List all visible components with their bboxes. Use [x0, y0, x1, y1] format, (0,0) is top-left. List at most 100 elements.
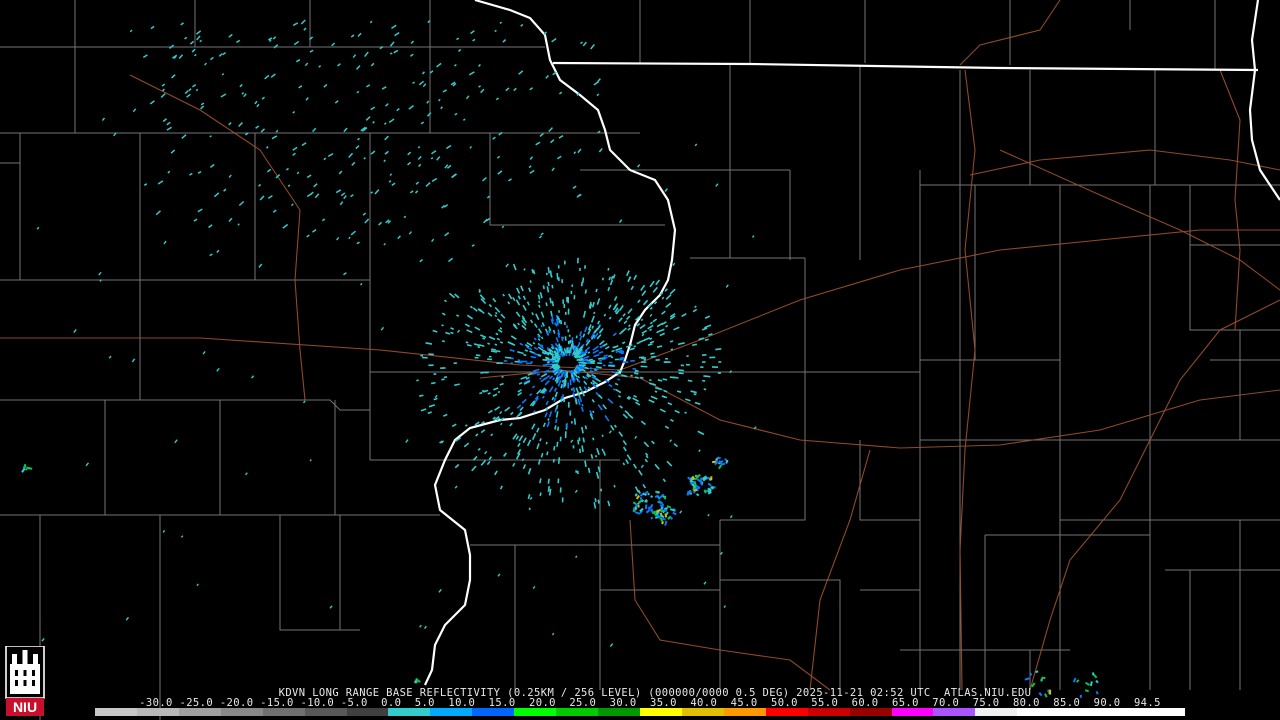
- echo-mark: [482, 337, 486, 340]
- echo-mark: [421, 71, 426, 75]
- echo-mark: [644, 498, 648, 502]
- echo-mark: [609, 279, 614, 286]
- echo-mark: [640, 376, 644, 379]
- echo-mark: [654, 386, 662, 391]
- echo-mark: [647, 343, 653, 347]
- echo-mark: [699, 477, 703, 482]
- echo-mark: [556, 441, 559, 447]
- echo-mark: [555, 418, 558, 424]
- echo-mark: [499, 382, 504, 386]
- echo-mark: [662, 378, 668, 381]
- echo-mark: [209, 135, 212, 138]
- echo-mark: [557, 457, 561, 464]
- echo-mark: [384, 135, 389, 141]
- colorbar-swatch: [220, 708, 263, 716]
- echo-mark: [209, 56, 214, 61]
- echo-mark: [519, 342, 524, 346]
- echo-mark: [529, 496, 533, 500]
- echo-mark: [355, 65, 361, 70]
- echo-mark: [238, 122, 243, 128]
- echo-mark: [644, 490, 649, 495]
- echo-mark: [499, 21, 503, 25]
- echo-mark: [607, 267, 610, 271]
- echo-mark: [538, 235, 543, 239]
- colorbar-swatch: [933, 708, 976, 716]
- echo-mark: [720, 551, 723, 555]
- echo-mark: [538, 300, 541, 304]
- echo-mark: [186, 93, 191, 98]
- echo-mark: [410, 40, 415, 45]
- echo-mark: [162, 530, 166, 533]
- echo-mark: [561, 336, 564, 342]
- echo-mark: [444, 232, 450, 237]
- echo-mark: [431, 238, 435, 243]
- echo-mark: [408, 231, 412, 235]
- echo-mark: [431, 381, 436, 385]
- echo-mark: [582, 363, 586, 367]
- echo-mark: [589, 367, 593, 370]
- echo-mark: [634, 486, 640, 493]
- echo-mark: [515, 299, 521, 306]
- echo-mark: [318, 65, 322, 68]
- echo-mark: [720, 460, 724, 464]
- echo-mark: [681, 313, 687, 318]
- echo-mark: [590, 315, 595, 323]
- echo-mark: [101, 117, 106, 121]
- echo-mark: [599, 340, 605, 346]
- echo-mark: [635, 494, 640, 500]
- echo-mark: [194, 53, 197, 57]
- echo-mark: [627, 308, 633, 315]
- echo-mark: [26, 466, 31, 470]
- echo-mark: [517, 295, 521, 300]
- echo-mark: [575, 387, 580, 395]
- echo-mark: [707, 513, 710, 517]
- echo-mark: [192, 83, 197, 88]
- echo-mark: [584, 326, 588, 333]
- echo-mark: [547, 486, 551, 492]
- echo-mark: [625, 270, 630, 277]
- echo-mark: [529, 169, 535, 174]
- echo-mark: [601, 277, 605, 281]
- echo-mark: [639, 324, 646, 330]
- echo-mark: [500, 422, 503, 426]
- colorbar-swatch: [472, 708, 515, 716]
- echo-mark: [394, 31, 400, 37]
- echo-mark: [492, 136, 496, 140]
- echo-mark: [692, 308, 698, 313]
- echo-mark: [611, 349, 615, 353]
- echo-mark: [694, 305, 697, 309]
- echo-mark: [272, 36, 277, 40]
- echo-mark: [637, 299, 641, 304]
- echo-mark: [409, 53, 414, 57]
- echo-mark: [533, 368, 540, 372]
- echo-mark: [309, 49, 314, 53]
- echo-mark: [554, 425, 557, 430]
- echo-mark: [528, 507, 531, 511]
- echo-mark: [496, 318, 503, 324]
- echo-mark: [295, 59, 301, 63]
- echo-mark: [132, 108, 137, 113]
- echo-mark: [131, 358, 136, 363]
- echo-mark: [292, 152, 296, 157]
- echo-mark: [548, 411, 553, 418]
- echo-mark: [520, 23, 524, 27]
- echo-mark: [396, 107, 400, 112]
- echo-mark: [474, 421, 480, 426]
- echo-mark: [1089, 681, 1093, 687]
- echo-mark: [656, 322, 664, 328]
- echo-mark: [378, 221, 383, 226]
- echo-mark: [125, 616, 129, 621]
- echo-mark: [548, 386, 554, 393]
- echo-mark: [540, 336, 544, 340]
- echo-mark: [255, 125, 260, 129]
- echo-mark: [573, 151, 577, 155]
- echo-mark: [454, 485, 458, 489]
- echo-mark: [555, 323, 558, 327]
- echo-mark: [534, 323, 538, 328]
- echo-mark: [581, 364, 585, 368]
- echo-mark: [597, 404, 603, 411]
- echo-mark: [634, 376, 639, 379]
- echo-mark: [166, 121, 171, 126]
- echo-mark: [664, 288, 668, 292]
- echo-mark: [162, 118, 168, 123]
